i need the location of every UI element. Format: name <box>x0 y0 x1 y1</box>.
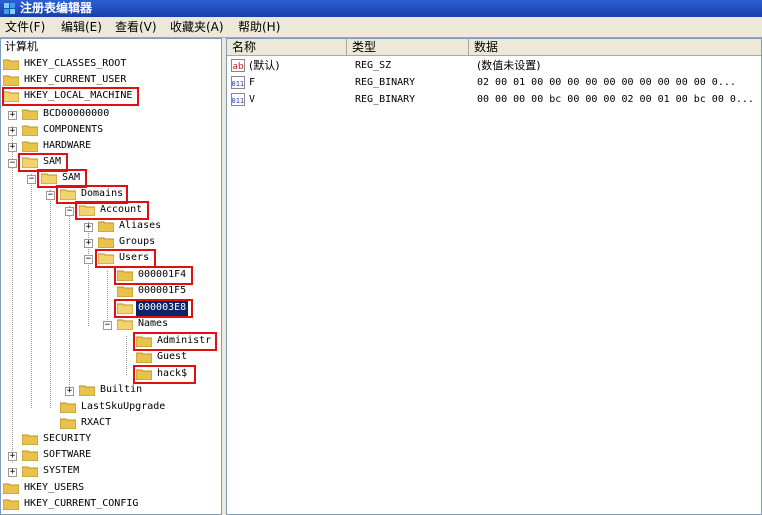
highlight-box <box>2 87 139 106</box>
title-bar: 注册表编辑器 <box>0 0 762 17</box>
folder-icon <box>98 237 114 248</box>
folder-icon <box>60 402 76 413</box>
folder-icon <box>22 450 38 461</box>
collapse-icon[interactable]: − <box>46 191 55 200</box>
folder-icon <box>60 418 76 429</box>
folder-icon <box>3 499 19 510</box>
column-header-name[interactable]: 名称 <box>227 39 347 56</box>
folder-icon <box>3 59 19 70</box>
expand-icon[interactable]: + <box>8 127 17 136</box>
menu-help[interactable]: 帮助(H) <box>238 17 280 37</box>
column-header-type[interactable]: 类型 <box>347 39 469 56</box>
menu-file[interactable]: 文件(F) <box>5 17 45 37</box>
binary-value-icon: 011 <box>231 93 245 106</box>
expand-icon[interactable]: + <box>84 223 93 232</box>
menu-favorites[interactable]: 收藏夹(A) <box>170 17 224 37</box>
expand-icon[interactable]: + <box>8 452 17 461</box>
menu-edit[interactable]: 编辑(E) <box>61 17 102 37</box>
value-row[interactable]: ab (默认) REG_SZ (数值未设置) <box>227 57 761 74</box>
folder-icon <box>79 385 95 396</box>
collapse-icon[interactable]: − <box>84 255 93 264</box>
svg-text:011: 011 <box>232 97 245 105</box>
expand-icon[interactable]: + <box>8 468 17 477</box>
expand-icon[interactable]: + <box>84 239 93 248</box>
collapse-icon[interactable]: − <box>103 321 112 330</box>
collapse-icon[interactable]: − <box>8 159 17 168</box>
folder-icon <box>3 75 19 86</box>
folder-icon <box>22 434 38 445</box>
folder-icon <box>117 286 133 297</box>
expand-icon[interactable]: + <box>8 143 17 152</box>
window-title: 注册表编辑器 <box>20 1 93 15</box>
tree-line <box>12 126 13 463</box>
folder-icon <box>22 125 38 136</box>
value-row[interactable]: 011 V REG_BINARY 00 00 00 00 bc 00 00 00… <box>227 91 761 108</box>
folder-icon <box>22 466 38 477</box>
folder-icon <box>136 352 152 363</box>
menu-view[interactable]: 查看(V) <box>115 17 157 37</box>
value-row[interactable]: 011 F REG_BINARY 02 00 01 00 00 00 00 00… <box>227 74 761 91</box>
column-header-data[interactable]: 数据 <box>469 39 761 56</box>
registry-tree[interactable]: 计算机 HKEY_CLASSES_ROOT HKEY_CURRENT_USER … <box>0 38 222 515</box>
folder-icon <box>3 483 19 494</box>
expand-icon[interactable]: + <box>8 111 17 120</box>
string-value-icon: ab <box>231 59 245 72</box>
svg-text:011: 011 <box>232 80 245 88</box>
collapse-icon[interactable]: − <box>27 175 36 184</box>
tree-line <box>31 174 32 408</box>
tree-line <box>69 206 70 391</box>
folder-open-icon <box>117 319 133 330</box>
expand-icon[interactable]: + <box>65 387 74 396</box>
values-list[interactable]: 名称 类型 数据 ab (默认) REG_SZ (数值未设置) 011 F RE… <box>226 38 762 515</box>
tree-line <box>107 271 108 326</box>
binary-value-icon: 011 <box>231 76 245 89</box>
folder-icon <box>98 221 114 232</box>
tree-root-computer[interactable]: 计算机 <box>5 39 38 55</box>
registry-editor-icon <box>4 3 15 14</box>
folder-icon <box>22 109 38 120</box>
folder-icon <box>22 141 38 152</box>
menu-bar: 文件(F) 编辑(E) 查看(V) 收藏夹(A) 帮助(H) <box>0 17 762 38</box>
svg-text:ab: ab <box>233 62 245 72</box>
tree-line <box>126 336 127 375</box>
collapse-icon[interactable]: − <box>65 207 74 216</box>
tree-line <box>50 190 51 408</box>
tree-root-label: 计算机 <box>5 40 38 53</box>
